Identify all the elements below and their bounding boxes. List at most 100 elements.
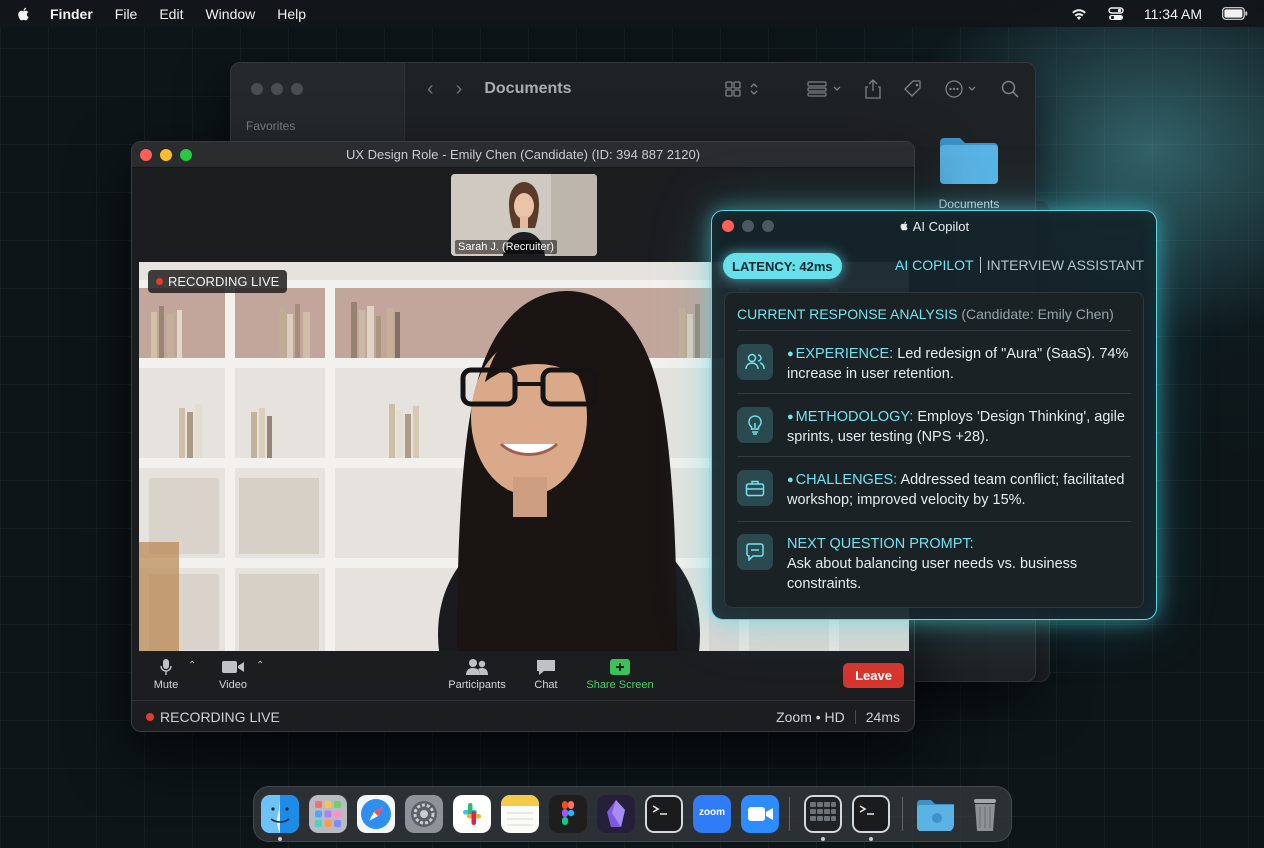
trash-icon[interactable]	[966, 795, 1004, 833]
participants-button[interactable]: Participants	[442, 658, 512, 691]
status-latency-label: 24ms	[865, 709, 900, 725]
finder-toolbar: ‹ › Documents	[405, 63, 1035, 115]
zoom-window-title: UX Design Role - Emily Chen (Candidate) …	[345, 147, 701, 162]
experience-label: EXPERIENCE:	[795, 346, 894, 362]
screen-grid-running-indicator	[821, 837, 825, 841]
analysis-heading: CURRENT RESPONSE ANALYSIS (Candidate: Em…	[737, 306, 1114, 322]
analysis-divider	[737, 393, 1131, 394]
share-icon[interactable]	[865, 79, 881, 99]
finder-close-button[interactable]	[251, 83, 263, 95]
video-label: Video	[219, 679, 247, 691]
zoom-app-label: zoom	[698, 807, 726, 818]
slack-icon[interactable]	[453, 795, 491, 833]
share-screen-icon	[610, 659, 630, 675]
finder-running-indicator	[278, 837, 282, 841]
next-question-label: NEXT QUESTION PROMPT:	[787, 536, 974, 552]
response-analysis-panel: CURRENT RESPONSE ANALYSIS (Candidate: Em…	[724, 292, 1144, 608]
obsidian-icon[interactable]	[597, 795, 635, 833]
folder-icon[interactable]	[916, 795, 954, 833]
chat-bubble-icon	[737, 534, 773, 570]
dock-separator	[789, 797, 790, 831]
more-actions-icon[interactable]	[945, 80, 979, 98]
participants-icon	[466, 659, 488, 675]
menu-help[interactable]: Help	[277, 6, 306, 22]
terminal-icon[interactable]	[852, 795, 890, 833]
share-screen-button[interactable]: Share Screen	[582, 658, 658, 691]
documents-folder[interactable]: Documents	[936, 134, 1002, 211]
terminal-icon[interactable]	[645, 795, 683, 833]
status-recording-dot-icon	[146, 713, 154, 721]
search-icon[interactable]	[1001, 80, 1019, 98]
leave-button[interactable]: Leave	[843, 663, 904, 688]
apple-logo-icon[interactable]	[14, 6, 34, 22]
recording-dot-icon	[156, 278, 163, 285]
copilot-header-primary: AI COPILOT	[895, 257, 974, 273]
group-view-icon[interactable]	[807, 81, 843, 97]
status-recording-label: RECORDING LIVE	[160, 709, 280, 725]
documents-folder-label: Documents	[938, 197, 1000, 211]
recruiter-name-label: Sarah J. (Recruiter)	[455, 240, 557, 254]
wifi-icon[interactable]	[1070, 7, 1088, 21]
briefcase-icon	[737, 470, 773, 506]
latency-badge: LATENCY: 42ms	[723, 253, 842, 279]
next-question-text: Ask about balancing user needs vs. busin…	[787, 556, 1078, 592]
menu-edit[interactable]: Edit	[159, 6, 183, 22]
analysis-divider	[737, 456, 1131, 457]
video-button[interactable]: Video	[212, 658, 254, 691]
mute-options-chevron-icon[interactable]: ⌃	[188, 660, 196, 671]
zoom-titlebar: UX Design Role - Emily Chen (Candidate) …	[132, 142, 914, 168]
dock: zoom	[253, 786, 1012, 842]
microphone-icon	[160, 659, 172, 675]
analysis-title: CURRENT RESPONSE ANALYSIS	[737, 306, 958, 322]
analysis-subtitle: (Candidate: Emily Chen)	[961, 306, 1114, 322]
finder-zoom-button[interactable]	[291, 83, 303, 95]
chat-button[interactable]: Chat	[528, 658, 564, 691]
mute-label: Mute	[153, 679, 179, 691]
chat-label: Chat	[534, 679, 558, 691]
video-camera-icon	[222, 661, 244, 673]
video-options-chevron-icon[interactable]: ⌃	[256, 660, 264, 671]
menu-clock[interactable]: 11:34 AM	[1144, 6, 1202, 22]
finder-minimize-button[interactable]	[271, 83, 283, 95]
status-quality-label: Zoom • HD	[776, 709, 845, 725]
back-arrow-icon[interactable]: ‹	[427, 78, 434, 101]
tag-icon[interactable]	[903, 79, 923, 99]
menu-bar: Finder File Edit Window Help 11:34 AM	[0, 0, 1264, 27]
zoom-app-icon[interactable]: zoom	[693, 795, 731, 833]
copilot-header-divider	[979, 257, 981, 273]
copilot-title-text: AI Copilot	[912, 218, 970, 234]
grid-view-icon[interactable]	[725, 81, 759, 97]
safari-icon[interactable]	[357, 795, 395, 833]
finder-title: Documents	[484, 80, 572, 97]
terminal-running-indicator	[869, 837, 873, 841]
battery-icon[interactable]	[1222, 7, 1248, 20]
mute-button[interactable]: Mute	[146, 658, 186, 691]
zoom-video-icon[interactable]	[741, 795, 779, 833]
system-settings-icon[interactable]	[405, 795, 443, 833]
copilot-header: AI COPILOT INTERVIEW ASSISTANT	[895, 257, 1144, 273]
challenges-label: CHALLENGES:	[795, 472, 898, 488]
figma-icon[interactable]	[549, 795, 587, 833]
copilot-window-title: AI Copilot	[712, 219, 1156, 234]
copilot-titlebar: AI Copilot	[712, 211, 1156, 241]
notes-icon[interactable]	[501, 795, 539, 833]
recording-badge-label: RECORDING LIVE	[168, 274, 280, 289]
status-divider	[854, 710, 856, 724]
menu-window[interactable]: Window	[205, 6, 255, 22]
menu-file[interactable]: File	[115, 6, 138, 22]
users-icon	[737, 344, 773, 380]
lightbulb-icon	[737, 407, 773, 443]
participants-label: Participants	[448, 679, 506, 691]
forward-arrow-icon[interactable]: ›	[456, 78, 463, 101]
menu-app-name[interactable]: Finder	[50, 6, 93, 22]
chat-icon	[537, 660, 555, 675]
analysis-divider	[737, 521, 1131, 522]
screen-grid-icon[interactable]	[804, 795, 842, 833]
control-center-icon[interactable]	[1108, 6, 1124, 21]
finder-icon[interactable]	[261, 795, 299, 833]
launchpad-icon[interactable]	[309, 795, 347, 833]
recording-live-badge: RECORDING LIVE	[148, 270, 288, 293]
copilot-header-secondary: INTERVIEW ASSISTANT	[986, 257, 1144, 273]
recruiter-thumbnail[interactable]: Sarah J. (Recruiter)	[451, 174, 597, 256]
folder-icon	[940, 138, 998, 184]
